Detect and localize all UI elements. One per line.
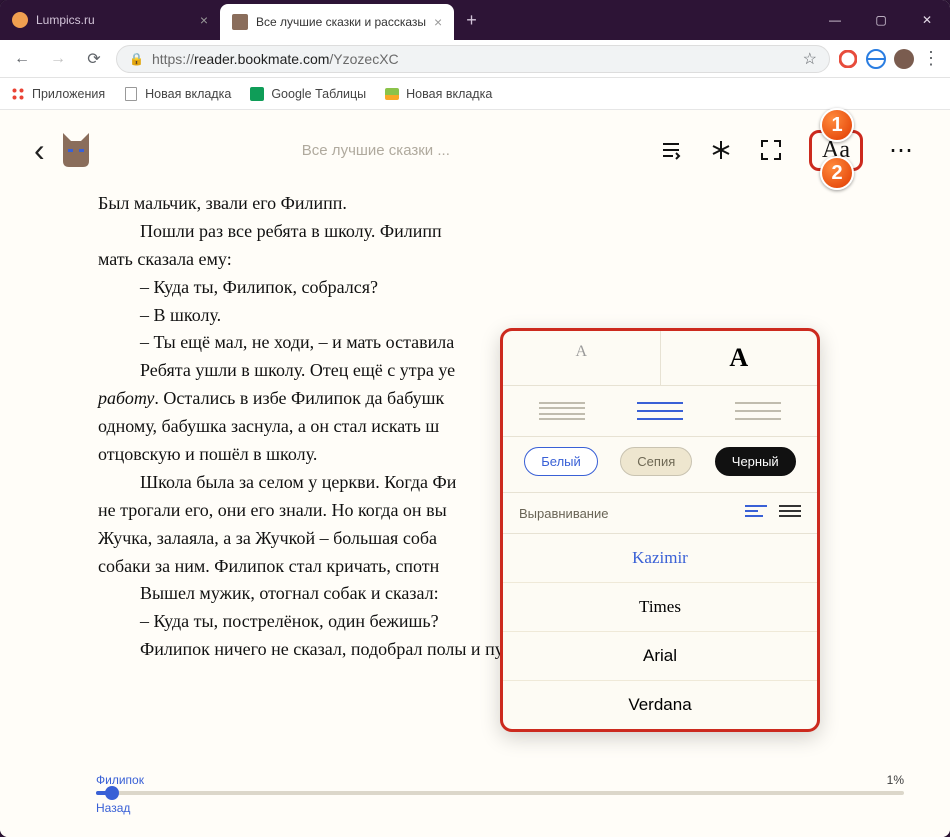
tab-title: Lumpics.ru bbox=[36, 13, 95, 27]
bookmate-logo-icon[interactable] bbox=[59, 131, 93, 169]
paragraph: Был мальчик, звали его Филипп. bbox=[98, 190, 790, 218]
callout-badge-2: 2 bbox=[820, 156, 854, 190]
new-tab-button[interactable]: + bbox=[454, 0, 489, 40]
favicon-lumpics bbox=[12, 12, 28, 28]
bookmark-label: Новая вкладка bbox=[145, 87, 231, 101]
reader-viewport: ‹ Все лучшие сказки ... Aa ⋯ bbox=[0, 110, 950, 837]
progress-bar-area: Филипок 1% Назад bbox=[96, 773, 904, 817]
profile-avatar[interactable] bbox=[894, 49, 914, 69]
titlebar: Lumpics.ru × Все лучшие сказки и рассказ… bbox=[0, 0, 950, 40]
address-bar[interactable]: 🔒 https://reader.bookmate.com/YzozecXC ☆ bbox=[116, 45, 830, 73]
font-size-increase[interactable]: A bbox=[660, 331, 818, 385]
url-path: /YzozecXC bbox=[329, 51, 398, 67]
browser-window: Lumpics.ru × Все лучшие сказки и рассказ… bbox=[0, 0, 950, 837]
font-family-list: Kazimir Times Arial Verdana bbox=[503, 534, 817, 729]
bookmarks-bar: Приложения Новая вкладка Google Таблицы … bbox=[0, 78, 950, 110]
progress-handle[interactable] bbox=[105, 786, 119, 800]
line-spacing-row bbox=[503, 386, 817, 437]
alignment-row: Выравнивание bbox=[503, 493, 817, 534]
translate-icon[interactable] bbox=[866, 49, 886, 69]
back-link[interactable]: Назад bbox=[96, 801, 130, 815]
close-button[interactable]: ✕ bbox=[904, 0, 950, 40]
theme-row: Белый Сепия Черный bbox=[503, 437, 817, 493]
lock-icon: 🔒 bbox=[129, 52, 144, 66]
font-option-verdana[interactable]: Verdana bbox=[503, 681, 817, 729]
kebab-menu-icon[interactable]: ⋮ bbox=[922, 48, 942, 69]
tab-title: Все лучшие сказки и рассказы bbox=[256, 15, 426, 29]
tab-lumpics[interactable]: Lumpics.ru × bbox=[0, 0, 220, 40]
fullscreen-icon[interactable] bbox=[759, 138, 783, 162]
bookmark-label: Google Таблицы bbox=[271, 87, 366, 101]
bookmark-item[interactable]: Новая вкладка bbox=[123, 86, 231, 102]
nav-toolbar: ← → ⟳ 🔒 https://reader.bookmate.com/Yzoz… bbox=[0, 40, 950, 78]
paragraph: – Куда ты, Филипок, собрался? bbox=[98, 274, 790, 302]
reader-header: ‹ Все лучшие сказки ... Aa ⋯ bbox=[0, 110, 950, 190]
close-icon[interactable]: × bbox=[434, 14, 442, 30]
font-option-times[interactable]: Times bbox=[503, 583, 817, 632]
font-option-kazimir[interactable]: Kazimir bbox=[503, 534, 817, 583]
url-scheme: https:// bbox=[152, 51, 194, 67]
bookmark-item[interactable]: Новая вкладка bbox=[384, 86, 492, 102]
theme-white[interactable]: Белый bbox=[524, 447, 598, 476]
page-icon bbox=[125, 87, 137, 101]
image-icon bbox=[385, 88, 399, 100]
contents-icon[interactable] bbox=[659, 138, 683, 162]
maximize-button[interactable]: ▢ bbox=[858, 0, 904, 40]
font-option-arial[interactable]: Arial bbox=[503, 632, 817, 681]
line-spacing-dense[interactable] bbox=[539, 402, 585, 420]
progress-track[interactable] bbox=[96, 791, 904, 795]
close-icon[interactable]: × bbox=[200, 12, 208, 28]
bookmark-label: Приложения bbox=[32, 87, 105, 101]
bookmark-label: Новая вкладка bbox=[406, 87, 492, 101]
apps-icon bbox=[11, 87, 25, 101]
paragraph: Пошли раз все ребята в школу. Филипп bbox=[98, 218, 790, 246]
percent-label: 1% bbox=[887, 773, 904, 787]
theme-sepia[interactable]: Сепия bbox=[620, 447, 692, 476]
bookmark-star-icon[interactable]: ☆ bbox=[803, 49, 817, 69]
paragraph: мать сказала ему: bbox=[98, 246, 790, 274]
theme-black[interactable]: Черный bbox=[715, 447, 796, 476]
font-size-decrease[interactable]: A bbox=[503, 331, 660, 385]
alignment-label: Выравнивание bbox=[519, 506, 608, 521]
line-spacing-loose[interactable] bbox=[735, 402, 781, 420]
reload-button[interactable]: ⟳ bbox=[80, 49, 108, 69]
paragraph: – В школу. bbox=[98, 302, 790, 330]
align-left-button[interactable] bbox=[745, 505, 767, 521]
align-justify-button[interactable] bbox=[779, 505, 801, 521]
more-icon[interactable]: ⋯ bbox=[889, 136, 916, 165]
font-settings-popup: A A Белый Сепия Черный Выравнивание Kazi… bbox=[500, 328, 820, 732]
window-controls: — ▢ ✕ bbox=[812, 0, 950, 40]
callout-badge-1: 1 bbox=[820, 108, 854, 142]
bookmark-apps[interactable]: Приложения bbox=[10, 86, 105, 102]
url-host: reader.bookmate.com bbox=[194, 51, 329, 67]
chevron-left-icon[interactable]: ‹ bbox=[34, 132, 45, 169]
back-button[interactable]: ← bbox=[8, 50, 36, 68]
tab-bookmate[interactable]: Все лучшие сказки и рассказы × bbox=[220, 4, 454, 40]
line-spacing-normal[interactable] bbox=[637, 402, 683, 420]
sheets-icon bbox=[250, 87, 264, 101]
chapter-label: Филипок bbox=[96, 773, 144, 787]
asterisk-icon[interactable] bbox=[709, 138, 733, 162]
favicon-bookmate bbox=[232, 14, 248, 30]
extension-opera-icon[interactable] bbox=[838, 49, 858, 69]
bookmark-item[interactable]: Google Таблицы bbox=[249, 86, 366, 102]
font-size-row: A A bbox=[503, 331, 817, 386]
forward-button[interactable]: → bbox=[44, 50, 72, 68]
book-title: Все лучшие сказки ... bbox=[107, 142, 645, 159]
reader-tools: Aa ⋯ bbox=[659, 130, 916, 171]
minimize-button[interactable]: — bbox=[812, 0, 858, 40]
